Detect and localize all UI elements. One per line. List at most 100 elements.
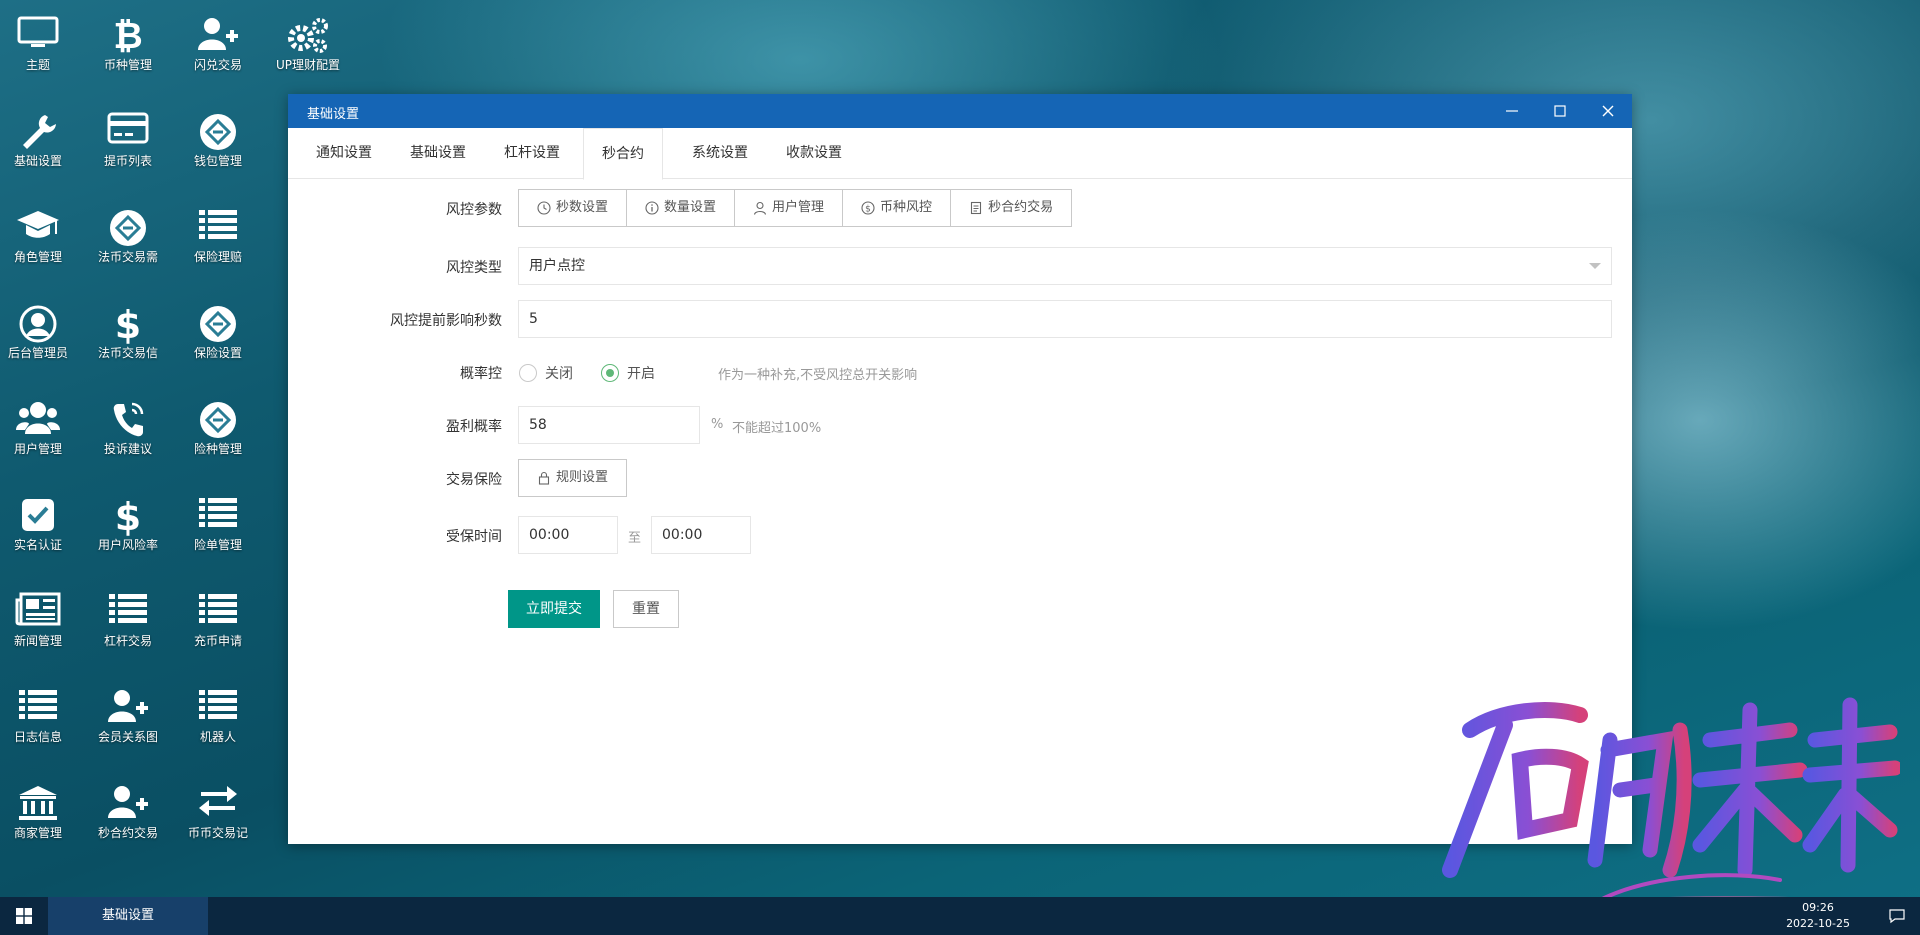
taskbar-item-basic-settings[interactable]: 基础设置 xyxy=(48,897,208,935)
desktop-icon-label: 币币交易记 xyxy=(187,826,248,840)
desktop-icon[interactable]: 法币交易需 xyxy=(85,192,171,282)
risk-type-select[interactable]: 用户点控 xyxy=(518,247,1612,285)
risk-params-label: 风控参数 xyxy=(446,202,502,218)
desktop-icon[interactable]: 会员关系图 xyxy=(85,672,171,762)
check-square-icon xyxy=(0,480,81,534)
probability-on-radio[interactable]: 开启 xyxy=(601,363,655,383)
desktop-icon[interactable]: 险种管理 xyxy=(175,384,261,474)
desktop-icon[interactable]: 钱包管理 xyxy=(175,96,261,186)
close-icon xyxy=(1602,105,1614,117)
desktop-icon[interactable]: 充币申请 xyxy=(175,576,261,666)
diamond-link-icon xyxy=(175,288,261,342)
desktop-icon[interactable]: 基础设置 xyxy=(0,96,81,186)
rule-settings-button[interactable]: 规则设置 xyxy=(518,459,628,497)
minimize-icon xyxy=(1506,110,1518,112)
reset-button[interactable]: 重置 xyxy=(613,590,679,628)
windows-icon xyxy=(16,908,32,924)
list-icon xyxy=(175,480,261,534)
close-button[interactable] xyxy=(1584,94,1632,128)
desktop-icon[interactable]: 保险设置 xyxy=(175,288,261,378)
credit-card-icon xyxy=(85,96,171,150)
currency-risk-button[interactable]: $ 币种风控 xyxy=(843,190,952,226)
desktop-icon-label: 会员关系图 xyxy=(97,730,158,744)
list-icon xyxy=(175,192,261,246)
advance-seconds-input[interactable]: 5 xyxy=(518,300,1612,338)
list-icon xyxy=(175,576,261,630)
tab-basic[interactable]: 基础设置 xyxy=(392,128,484,178)
probability-off-radio[interactable]: 关闭 xyxy=(519,363,573,383)
notification-button[interactable] xyxy=(1888,907,1906,929)
list-icon xyxy=(85,576,171,630)
tab-system[interactable]: 系统设置 xyxy=(674,128,766,178)
second-contract-trade-button[interactable]: 秒合约交易 xyxy=(951,190,1071,226)
desktop-icon[interactable]: UP理财配置 xyxy=(265,0,351,90)
maximize-button[interactable] xyxy=(1536,94,1584,128)
message-icon xyxy=(1889,909,1905,924)
settings-tabs: 通知设置 基础设置 杠杆设置 秒合约 系统设置 收款设置 xyxy=(288,128,1632,180)
advance-seconds-row: 风控提前影响秒数 5 xyxy=(288,300,1632,338)
desktop-icon-label: 用户管理 xyxy=(13,442,62,456)
radio-off-circle xyxy=(519,364,537,382)
desktop-icon-label: 用户风险率 xyxy=(97,538,158,552)
user-plus-icon xyxy=(85,768,171,822)
tab-notification[interactable]: 通知设置 xyxy=(298,128,390,178)
desktop-icon-label: 法币交易信 xyxy=(97,346,158,360)
seconds-settings-button[interactable]: 秒数设置 xyxy=(519,190,628,226)
desktop-icon[interactable]: 币币交易记 xyxy=(175,768,261,858)
tab-second-contract[interactable]: 秒合约 xyxy=(583,128,663,180)
desktop-icon[interactable]: $ 用户风险率 xyxy=(85,480,171,570)
user-icon xyxy=(753,201,767,215)
desktop-icon[interactable]: 后台管理员 xyxy=(0,288,81,378)
desktop-icon[interactable]: 新闻管理 xyxy=(0,576,81,666)
profit-rate-input[interactable]: 58 xyxy=(518,406,700,444)
risk-params-row: 风控参数 秒数设置 数量设置 用户管理 $ 币种风控 秒合约交易 xyxy=(288,189,1632,227)
exchange-icon xyxy=(175,768,261,822)
desktop-icon[interactable]: 用户管理 xyxy=(0,384,81,474)
desktop-icon[interactable]: 提币列表 xyxy=(85,96,171,186)
desktop-icon[interactable]: 角色管理 xyxy=(0,192,81,282)
desktop-icon-label: 秒合约交易 xyxy=(97,826,158,840)
desktop-icon[interactable]: 秒合约交易 xyxy=(85,768,171,858)
profit-rate-unit: % xyxy=(711,417,724,432)
desktop-icon[interactable]: 商家管理 xyxy=(0,768,81,858)
clock-time: 09:26 xyxy=(1802,901,1834,914)
desktop-icon[interactable]: 保险理赔 xyxy=(175,192,261,282)
phone-icon xyxy=(85,384,171,438)
desktop-icon-label: 基础设置 xyxy=(13,154,62,168)
insurance-label: 交易保险 xyxy=(446,472,502,488)
desktop-icon[interactable]: 杠杆交易 xyxy=(85,576,171,666)
desktop-icon[interactable]: 闪兑交易 xyxy=(175,0,261,90)
user-circle-icon xyxy=(0,288,81,343)
risk-type-value: 用户点控 xyxy=(529,258,585,274)
tab-payment[interactable]: 收款设置 xyxy=(768,128,860,178)
quantity-settings-button[interactable]: 数量设置 xyxy=(627,190,736,226)
window-title: 基础设置 xyxy=(307,107,360,122)
desktop-icon[interactable]: 日志信息 xyxy=(0,672,81,762)
wrench-icon xyxy=(0,96,81,150)
desktop-icon[interactable]: 险单管理 xyxy=(175,480,261,570)
start-button[interactable] xyxy=(0,897,48,935)
desktop-icon[interactable]: ₿ 币种管理 xyxy=(85,0,171,90)
user-management-button[interactable]: 用户管理 xyxy=(735,190,844,226)
insured-time-to-input[interactable]: 00:00 xyxy=(651,516,751,554)
desktop-icon[interactable]: 实名认证 xyxy=(0,480,81,570)
monitor-icon xyxy=(0,0,81,54)
desktop-icon[interactable]: $ 法币交易信 xyxy=(85,288,171,378)
tab-leverage[interactable]: 杠杆设置 xyxy=(486,128,578,178)
dollar-icon: $ xyxy=(85,288,171,347)
minimize-button[interactable] xyxy=(1488,94,1536,128)
taskbar-clock[interactable]: 09:26 2022-10-25 xyxy=(1786,900,1850,932)
window-titlebar[interactable]: 基础设置 xyxy=(288,94,1632,128)
desktop-icon-label: 充币申请 xyxy=(193,634,242,648)
desktop-icon[interactable]: 机器人 xyxy=(175,672,261,762)
probability-label: 概率控 xyxy=(460,366,502,382)
desktop-icon[interactable]: 投诉建议 xyxy=(85,384,171,474)
desktop-icon-label: 杠杆交易 xyxy=(103,634,152,648)
graduation-cap-icon xyxy=(0,192,81,246)
desktop-icon[interactable]: 主题 xyxy=(0,0,81,90)
insured-time-from-input[interactable]: 00:00 xyxy=(518,516,618,554)
probability-hint: 作为一种补充,不受风控总开关影响 xyxy=(718,368,918,383)
submit-button[interactable]: 立即提交 xyxy=(508,590,600,628)
desktop-icon-label: 角色管理 xyxy=(13,250,62,264)
rule-settings-label: 规则设置 xyxy=(556,470,609,485)
